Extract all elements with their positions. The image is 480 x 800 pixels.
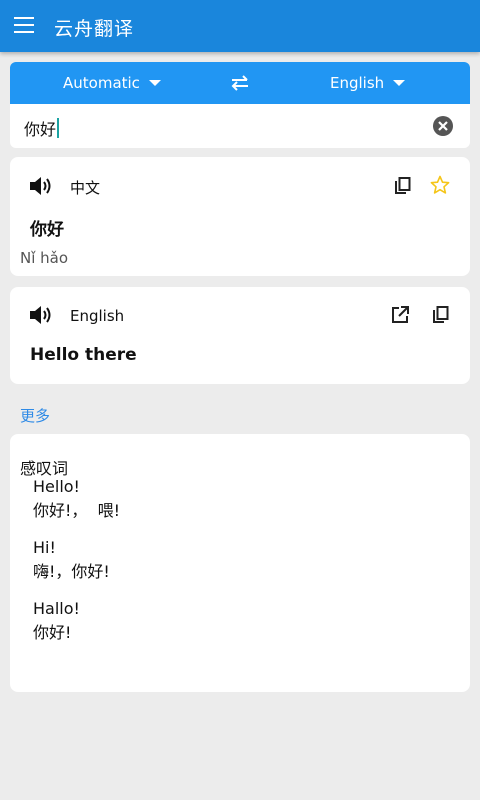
- target-language-name: English: [70, 307, 125, 325]
- target-language-dropdown[interactable]: English: [330, 62, 406, 104]
- input-area[interactable]: 你好: [10, 104, 470, 148]
- text-cursor: [57, 118, 60, 138]
- menu-icon[interactable]: [14, 17, 34, 33]
- part-of-speech: 感叹词: [20, 459, 69, 478]
- translated-text: Hello there: [30, 345, 137, 365]
- language-bar: Automatic English: [10, 62, 470, 104]
- swap-icon[interactable]: [230, 73, 250, 93]
- star-icon[interactable]: [430, 175, 450, 195]
- dictionary-card: 感叹词 Hello! 你好!， 喂! Hi! 嗨!，你好! Hallo! 你好!: [10, 434, 470, 692]
- source-text: 你好: [30, 220, 64, 240]
- clear-icon[interactable]: [432, 115, 454, 137]
- target-language-label: English: [330, 74, 385, 92]
- dictionary-line: 你好!， 喂!: [33, 501, 121, 520]
- dictionary-line: Hallo!: [33, 599, 80, 618]
- source-language-dropdown[interactable]: Automatic: [63, 62, 161, 104]
- source-language-name: 中文: [70, 179, 101, 197]
- dictionary-line: Hi!: [33, 538, 56, 557]
- dictionary-line: 你好!: [33, 623, 72, 642]
- source-text-input[interactable]: 你好: [24, 116, 60, 140]
- source-language-label: Automatic: [63, 74, 140, 92]
- copy-icon[interactable]: [431, 305, 451, 325]
- more-link[interactable]: 更多: [20, 405, 50, 426]
- pinyin: Nǐ hǎo: [20, 249, 69, 267]
- chevron-down-icon: [148, 80, 161, 86]
- translation-result-card: English Hello there: [10, 287, 470, 384]
- open-external-icon[interactable]: [390, 305, 410, 325]
- dictionary-line: 嗨!，你好!: [33, 562, 110, 581]
- speaker-icon[interactable]: [28, 175, 54, 197]
- source-result-card: 中文 你好 Nǐ hǎo: [10, 157, 470, 276]
- speaker-icon[interactable]: [28, 304, 54, 326]
- dictionary-line: Hello!: [33, 477, 80, 496]
- app-bar: 云舟翻译: [0, 0, 480, 52]
- copy-icon[interactable]: [393, 176, 413, 196]
- input-value: 你好: [24, 120, 57, 139]
- chevron-down-icon: [393, 80, 406, 86]
- app-title: 云舟翻译: [54, 18, 135, 40]
